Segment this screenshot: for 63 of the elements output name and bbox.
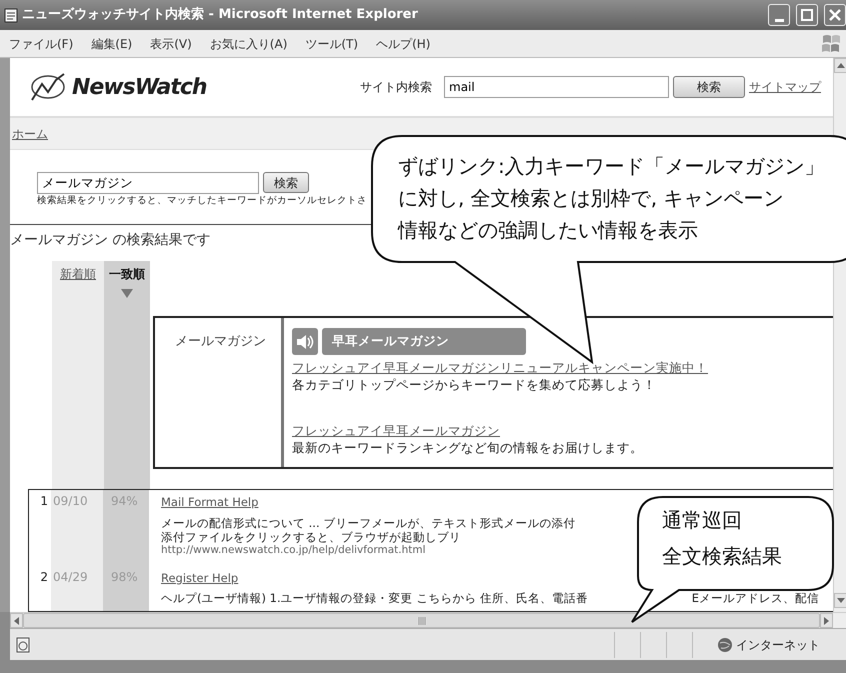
description-text: 各カテゴリトップページからキーワードを集めて応募しよう！ <box>292 378 656 392</box>
keyword-field[interactable]: メールマガジン <box>37 172 259 194</box>
category-tag: 早耳メールマガジン <box>322 328 526 356</box>
date-cell: 09/10 <box>51 490 103 566</box>
sort-tab[interactable]: 新着順 <box>60 265 96 284</box>
grip-icon <box>418 616 426 624</box>
menu-item[interactable]: 表示(V) <box>141 34 201 52</box>
snippet-text: ヘルプ(ユーザ情報) 1.ユーザ情報の登録・変更 こちらから 住所、氏名、電話番 <box>161 590 588 605</box>
callout-text: 通常巡回 <box>662 507 742 534</box>
minimize-icon <box>774 18 784 22</box>
scroll-right-button[interactable] <box>820 613 833 628</box>
speaker-button[interactable] <box>292 328 318 356</box>
scroll-left-button[interactable] <box>10 613 23 628</box>
hint-text: 検索結果をクリックすると、マッチしたキーワードがカーソルセレクトさ <box>37 194 367 208</box>
date-cell: 04/29 <box>51 566 103 612</box>
window-title: ニューズウォッチサイト内検索 - Microsoft Internet Explorer <box>22 6 419 24</box>
menu-item[interactable]: 編集(E) <box>82 34 142 52</box>
breadcrumb-link[interactable]: ホーム <box>12 124 48 142</box>
page-icon <box>4 8 18 22</box>
callout-text: 全文検索結果 <box>662 543 782 570</box>
page-icon <box>16 636 30 652</box>
snippet-text: メールの配信形式について ... ブリーフメールが、テキスト形式メールの添付 <box>161 516 576 530</box>
up-arrow-icon <box>836 63 844 68</box>
maximize-icon <box>801 9 813 21</box>
menu-item[interactable]: ヘルプ(H) <box>367 34 440 52</box>
result-number: 1 <box>40 494 48 508</box>
callout-text: ずばリンク:入力キーワード「メールマガジン」 <box>398 153 825 180</box>
search-field[interactable]: mail <box>444 76 669 98</box>
left-arrow-icon <box>14 616 19 624</box>
description-text: 最新のキーワードランキングなど旬の情報をお届けします。 <box>292 440 643 454</box>
logo-text: NewsWatch <box>72 74 207 102</box>
close-button[interactable] <box>824 4 846 26</box>
callout-text: 情報などの強調したい情報を表示 <box>398 217 698 244</box>
sort-triangle-icon <box>121 289 133 298</box>
maximize-button[interactable] <box>796 4 818 26</box>
down-arrow-icon <box>836 598 844 603</box>
keyword-label: メールマガジン <box>174 333 267 352</box>
menu-item[interactable]: ファイル(F) <box>0 34 82 52</box>
zone-text: インターネット <box>736 636 821 654</box>
speaker-icon <box>296 334 314 350</box>
search-button[interactable]: 検索 <box>673 76 745 98</box>
result-url: http://www.newswatch.co.jp/help/delivformat.html <box>161 544 426 556</box>
results-heading: メールマガジン の検索結果です <box>10 231 210 250</box>
result-title[interactable]: Register Help <box>161 570 238 586</box>
callout-text: に対し, 全文検索とは別枠で, キャンペーン <box>398 185 784 212</box>
close-icon <box>829 9 841 21</box>
right-arrow-icon <box>824 616 829 624</box>
campaign-link[interactable]: フレッシュアイ早耳メールマガジン <box>292 422 500 440</box>
campaign-link[interactable]: フレッシュアイ早耳メールマガジンリニューアルキャンペーン実施中！ <box>292 359 708 378</box>
result-number: 2 <box>40 570 48 584</box>
globe-icon <box>718 638 732 652</box>
scroll-down-button[interactable] <box>834 593 846 608</box>
menu-item[interactable]: ツール(T) <box>296 34 368 52</box>
search-button[interactable]: 検索 <box>263 172 309 193</box>
sort-tab[interactable]: 一致順 <box>104 265 150 298</box>
snippet-text: 添付ファイルをクリックすると、ブラウザが起動しブリ <box>161 530 461 544</box>
scroll-up-button[interactable] <box>834 58 846 73</box>
search-label: サイト内検索 <box>360 79 432 96</box>
minimize-button[interactable] <box>768 4 790 26</box>
sitemap-link[interactable]: サイトマップ <box>749 78 821 96</box>
snippet-text: Eメールアドレス、配信 <box>692 590 820 605</box>
menu-item[interactable]: お気に入り(A) <box>200 34 296 52</box>
result-title[interactable]: Mail Format Help <box>161 495 258 510</box>
